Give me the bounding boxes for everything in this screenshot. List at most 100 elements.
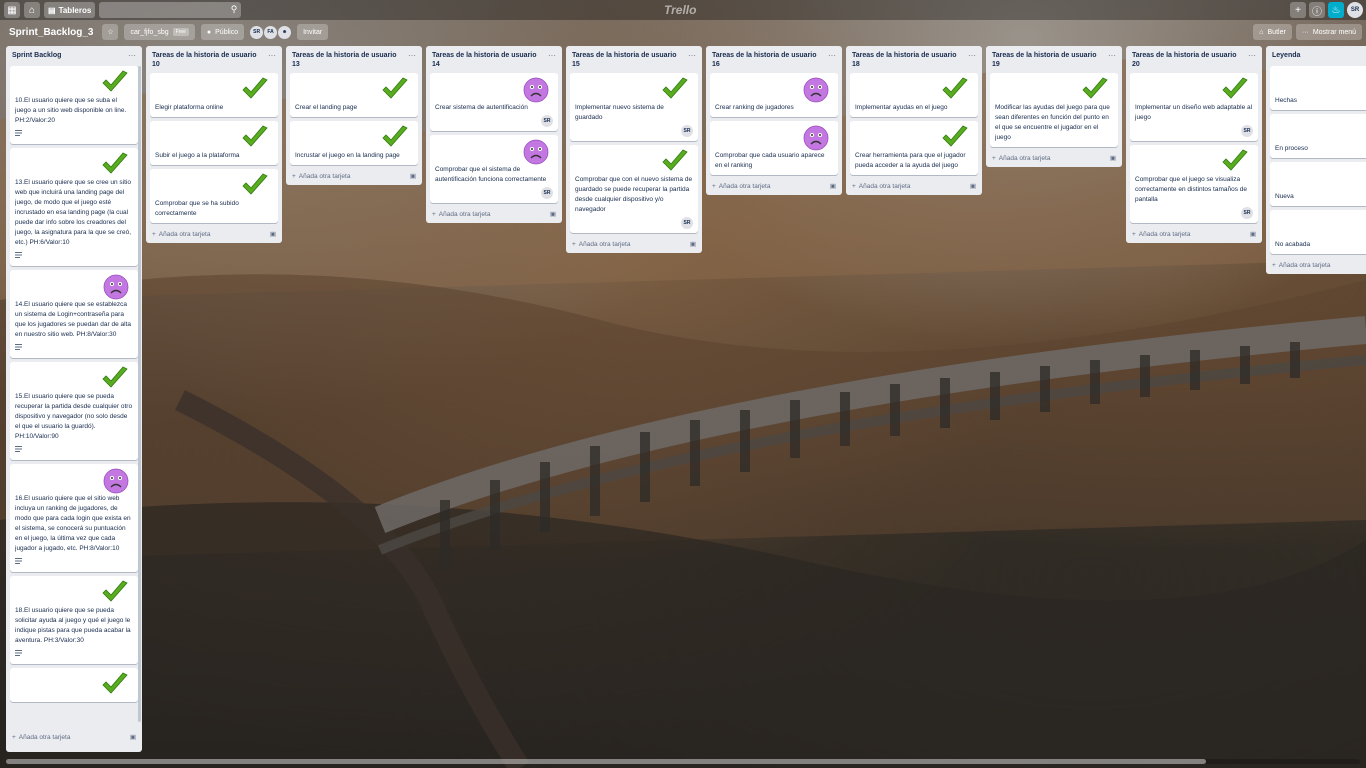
template-icon[interactable]: ▣: [1250, 230, 1256, 238]
list-header[interactable]: Tareas de la historia de usuario 13 ···: [290, 48, 418, 73]
home-icon[interactable]: ⌂: [24, 2, 40, 18]
bell-icon[interactable]: ♨: [1328, 2, 1344, 18]
card[interactable]: Elegir plataforma online: [150, 73, 278, 117]
list-title[interactable]: Tareas de la historia de usuario 13: [292, 51, 402, 69]
list-header[interactable]: Tareas de la historia de usuario 10 ···: [150, 48, 278, 73]
member-avatar[interactable]: FA: [264, 25, 278, 39]
list-menu-icon[interactable]: ···: [968, 51, 976, 60]
boards-button[interactable]: ▤ Tableros: [44, 2, 96, 18]
card[interactable]: 16.El usuario quiere que el sitio web in…: [10, 464, 138, 572]
add-card-button[interactable]: +Añada otra tarjeta▣: [1270, 258, 1366, 270]
list-scrollbar[interactable]: [138, 66, 141, 722]
template-icon[interactable]: ▣: [270, 230, 276, 238]
list-menu-icon[interactable]: ···: [548, 51, 556, 60]
search-input[interactable]: ⚲: [99, 2, 242, 18]
trello-logo[interactable]: Trello: [664, 3, 696, 17]
star-icon[interactable]: ☆: [102, 24, 119, 40]
list-header[interactable]: Tareas de la historia de usuario 16 ···: [710, 48, 838, 73]
template-icon[interactable]: ▣: [130, 733, 136, 741]
template-icon[interactable]: ▣: [550, 210, 556, 218]
list-title[interactable]: Tareas de la historia de usuario 18: [852, 51, 962, 69]
list-title[interactable]: Tareas de la historia de usuario 19: [992, 51, 1102, 69]
list-menu-icon[interactable]: ···: [128, 51, 136, 60]
board-title[interactable]: Sprint_Backlog_3: [6, 27, 96, 38]
card[interactable]: Comprobar que el sistema de autentificac…: [430, 135, 558, 203]
card[interactable]: Comprobar que cada usuario aparece en el…: [710, 121, 838, 175]
member-avatar[interactable]: SR: [250, 25, 264, 39]
card[interactable]: Crear sistema de autentificación SR: [430, 73, 558, 131]
list-menu-icon[interactable]: ···: [828, 51, 836, 60]
show-menu-button[interactable]: ··· Mostrar menú: [1295, 24, 1362, 40]
list-header[interactable]: Tareas de la historia de usuario 14 ···: [430, 48, 558, 73]
card[interactable]: Hechas: [1270, 66, 1366, 110]
list-menu-icon[interactable]: ···: [408, 51, 416, 60]
card[interactable]: Nueva: [1270, 162, 1366, 206]
add-member-icon[interactable]: ☻: [278, 25, 292, 39]
list-title[interactable]: Tareas de la historia de usuario 20: [1132, 51, 1242, 69]
list-header[interactable]: Tareas de la historia de usuario 18 ···: [850, 48, 978, 73]
list-title[interactable]: Tareas de la historia de usuario 14: [432, 51, 542, 69]
list-title[interactable]: Sprint Backlog: [12, 51, 122, 60]
card[interactable]: Implementar nuevo sistema de guardado SR: [570, 73, 698, 141]
list-title[interactable]: Tareas de la historia de usuario 10: [152, 51, 262, 69]
add-card-button[interactable]: +Añada otra tarjeta▣: [430, 207, 558, 219]
card[interactable]: Comprobar que se ha subido correctamente: [150, 169, 278, 223]
horizontal-scrollbar[interactable]: [6, 759, 1360, 764]
card-member-avatar[interactable]: SR: [541, 187, 553, 199]
card[interactable]: 15.El usuario quiere que se pueda recupe…: [10, 362, 138, 460]
visibility-button[interactable]: ● Público: [200, 24, 245, 40]
template-icon[interactable]: ▣: [830, 182, 836, 190]
list-header[interactable]: Sprint Backlog ···: [10, 48, 138, 66]
add-card-button[interactable]: +Añada otra tarjeta▣: [150, 227, 278, 239]
list-title[interactable]: Leyenda: [1272, 51, 1366, 60]
card-member-avatar[interactable]: SR: [1241, 207, 1253, 219]
invite-button[interactable]: Invitar: [297, 24, 329, 40]
butler-button[interactable]: ⌂ Butler: [1253, 24, 1292, 40]
user-avatar[interactable]: SR: [1347, 2, 1363, 18]
add-card-button[interactable]: +Añada otra tarjeta▣: [990, 151, 1118, 163]
card[interactable]: Crear ranking de jugadores: [710, 73, 838, 117]
template-icon[interactable]: ▣: [410, 172, 416, 180]
list-menu-icon[interactable]: ···: [1248, 51, 1256, 60]
card[interactable]: Comprobar que con el nuevo sistema de gu…: [570, 145, 698, 233]
list-menu-icon[interactable]: ···: [688, 51, 696, 60]
card[interactable]: Implementar ayudas en el juego: [850, 73, 978, 117]
list-header[interactable]: Tareas de la historia de usuario 19 ···: [990, 48, 1118, 73]
card[interactable]: Subir el juego a la plataforma: [150, 121, 278, 165]
plus-icon[interactable]: +: [1290, 2, 1306, 18]
list-title[interactable]: Tareas de la historia de usuario 16: [712, 51, 822, 69]
add-card-button[interactable]: +Añada otra tarjeta▣: [710, 179, 838, 191]
card[interactable]: 10.El usuario quiere que se suba el jueg…: [10, 66, 138, 144]
card[interactable]: Crear el landing page: [290, 73, 418, 117]
card[interactable]: Implementar un diseño web adaptable al j…: [1130, 73, 1258, 141]
card-member-avatar[interactable]: SR: [681, 125, 693, 137]
card[interactable]: 14.El usuario quiere que se establezca u…: [10, 270, 138, 358]
list-menu-icon[interactable]: ···: [268, 51, 276, 60]
add-card-button[interactable]: +Añada otra tarjeta▣: [570, 237, 698, 249]
card[interactable]: Comprobar que el juego se visualiza corr…: [1130, 145, 1258, 223]
add-card-button[interactable]: +Añada otra tarjeta▣: [290, 169, 418, 181]
list-header[interactable]: Leyenda···: [1270, 48, 1366, 66]
list-menu-icon[interactable]: ···: [1108, 51, 1116, 60]
list-header[interactable]: Tareas de la historia de usuario 15 ···: [570, 48, 698, 73]
card[interactable]: Incrustar el juego en la landing page: [290, 121, 418, 165]
search-icon[interactable]: ⚲: [231, 4, 238, 15]
card[interactable]: Crear herramienta para que el jugador pu…: [850, 121, 978, 175]
card[interactable]: Modificar las ayudas del juego para que …: [990, 73, 1118, 147]
template-icon[interactable]: ▣: [690, 240, 696, 248]
card[interactable]: 13.El usuario quiere que se cree un siti…: [10, 148, 138, 266]
apps-icon[interactable]: ▦: [4, 2, 20, 18]
card-member-avatar[interactable]: SR: [1241, 125, 1253, 137]
card[interactable]: No acabada: [1270, 210, 1366, 254]
card[interactable]: [10, 668, 138, 702]
card-member-avatar[interactable]: SR: [541, 115, 553, 127]
list-header[interactable]: Tareas de la historia de usuario 20 ···: [1130, 48, 1258, 73]
template-icon[interactable]: ▣: [1110, 154, 1116, 162]
card-member-avatar[interactable]: SR: [681, 217, 693, 229]
scrollbar-thumb[interactable]: [6, 759, 1206, 764]
team-button[interactable]: car_fjfo_sbg Free: [124, 24, 195, 40]
template-icon[interactable]: ▣: [970, 182, 976, 190]
info-icon[interactable]: ⓘ: [1309, 2, 1325, 18]
add-card-button[interactable]: +Añada otra tarjeta▣: [10, 730, 138, 742]
card[interactable]: En proceso: [1270, 114, 1366, 158]
